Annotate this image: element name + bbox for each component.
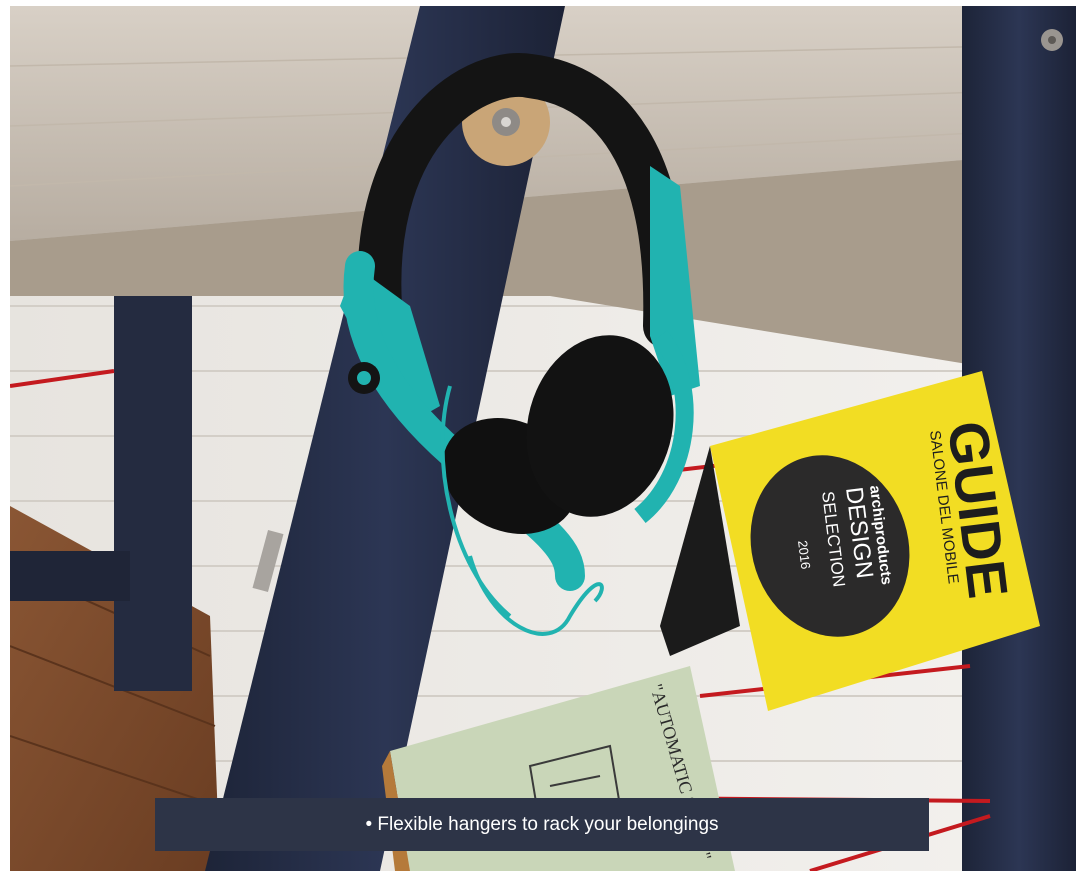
- desk-crossbar: [10, 551, 130, 601]
- image-frame: GUIDE SALONE DEL MOBILE archiproducts DE…: [0, 0, 1076, 871]
- photo-illustration: GUIDE SALONE DEL MOBILE archiproducts DE…: [10, 6, 1076, 871]
- caption-text: • Flexible hangers to rack your belongin…: [365, 813, 719, 835]
- back-desk-leg: [114, 261, 192, 691]
- product-photo: GUIDE SALONE DEL MOBILE archiproducts DE…: [10, 6, 1076, 871]
- caption-bar: • Flexible hangers to rack your belongin…: [155, 798, 929, 851]
